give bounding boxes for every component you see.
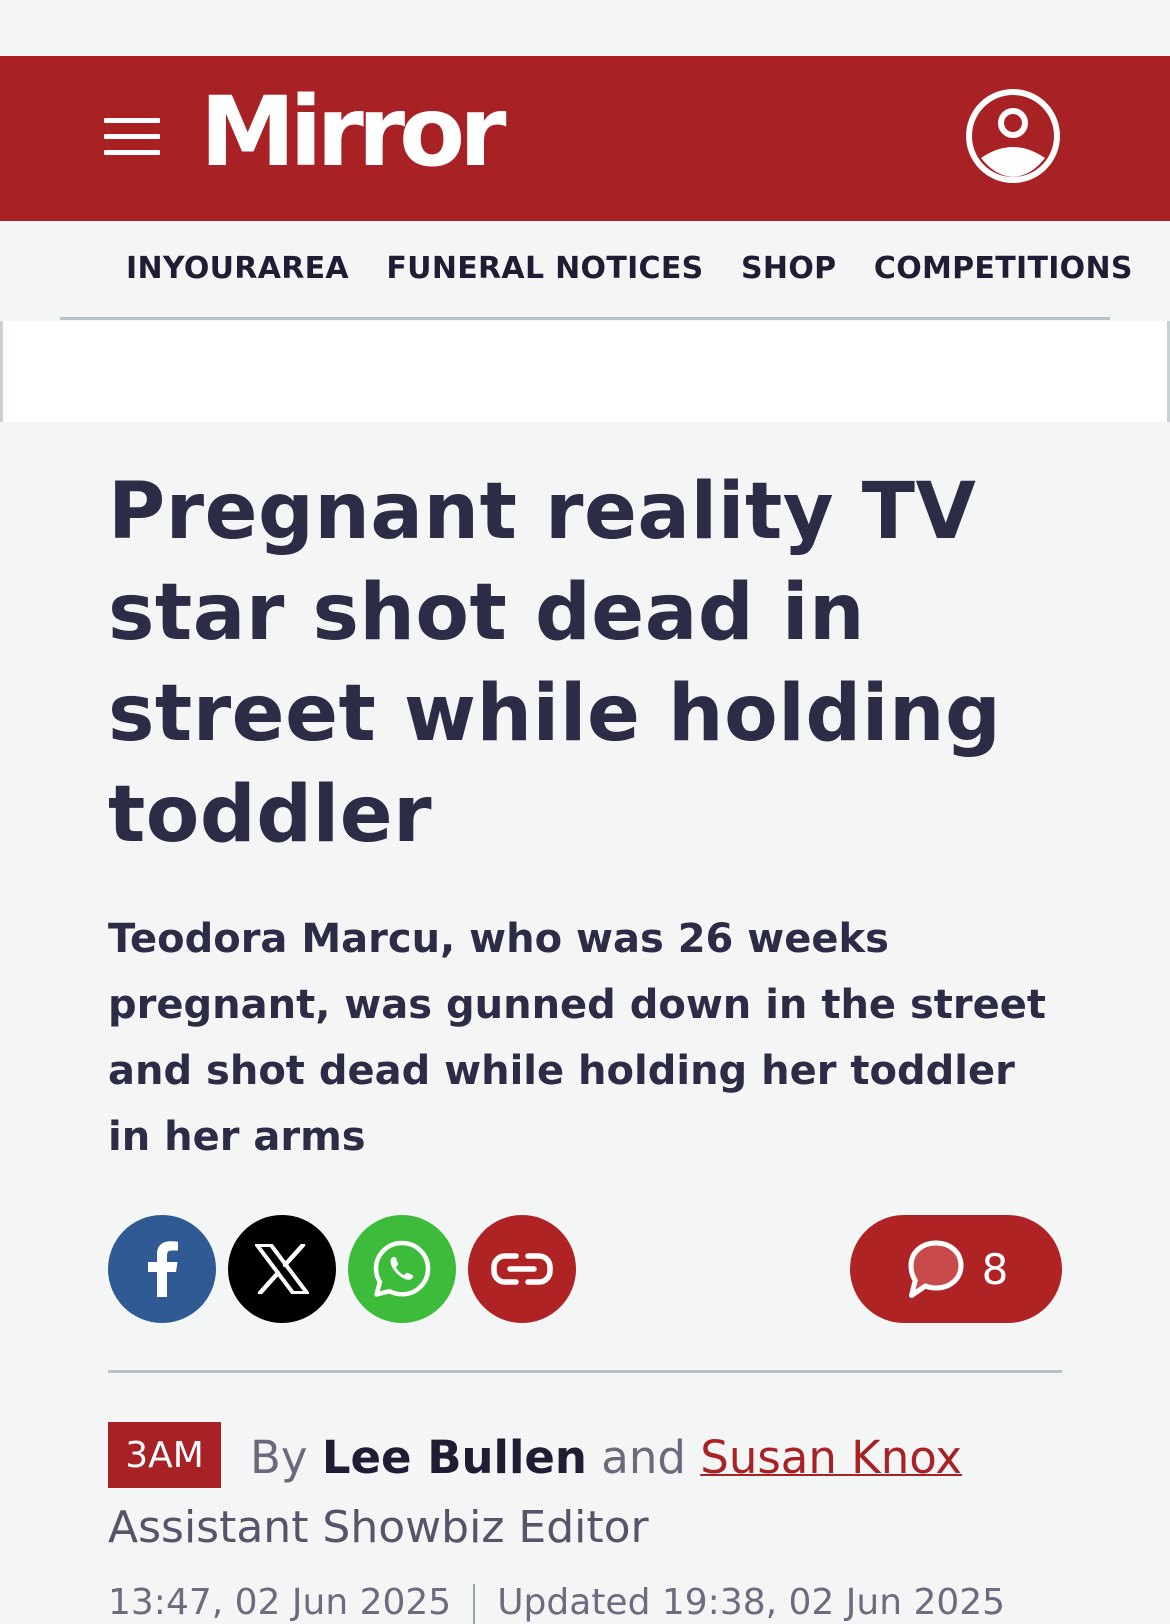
nav-item-competitions[interactable]: COMPETITIONS — [874, 251, 1133, 286]
section-badge[interactable]: 3AM — [108, 1422, 221, 1488]
share-x-button[interactable] — [228, 1215, 336, 1323]
comments-button[interactable]: 8 — [850, 1215, 1062, 1323]
site-header: Mirror — [0, 56, 1170, 221]
byline-divider — [108, 1370, 1062, 1373]
article-dates: 13:47, 02 Jun 2025 Updated 19:38, 02 Jun … — [108, 1582, 1005, 1624]
link-icon — [491, 1253, 553, 1285]
mirror-logo[interactable]: Mirror — [200, 84, 506, 180]
status-bar-area — [0, 0, 1170, 56]
user-account-icon[interactable] — [965, 88, 1061, 184]
byline-and: and — [601, 1431, 686, 1484]
author-name-1[interactable]: Lee Bullen — [322, 1431, 587, 1484]
comment-count: 8 — [981, 1244, 1009, 1294]
nav-item-inyourarea[interactable]: INYOURAREA — [126, 251, 349, 286]
nav-item-funeral-notices[interactable]: FUNERAL NOTICES — [386, 251, 703, 286]
share-whatsapp-button[interactable] — [348, 1215, 456, 1323]
article-headline: Pregnant reality TV star shot dead in st… — [108, 467, 1002, 860]
author-name-2-link[interactable]: Susan Knox — [700, 1431, 962, 1484]
nav-divider — [60, 317, 1110, 320]
ad-slot — [0, 321, 1170, 422]
x-icon — [255, 1244, 309, 1294]
date-separator — [473, 1584, 476, 1624]
nav-item-shop[interactable]: SHOP — [741, 251, 836, 286]
published-date: 13:47, 02 Jun 2025 — [108, 1582, 452, 1623]
section-nav: INYOURAREA FUNERAL NOTICES SHOP COMPETIT… — [0, 221, 1170, 321]
facebook-icon — [148, 1241, 178, 1297]
author-role: Assistant Showbiz Editor — [108, 1502, 649, 1553]
comment-bubble-icon — [908, 1240, 964, 1298]
copy-link-button[interactable] — [468, 1215, 576, 1323]
updated-date: Updated 19:38, 02 Jun 2025 — [497, 1582, 1006, 1623]
hamburger-menu-icon[interactable] — [104, 118, 160, 158]
whatsapp-icon — [373, 1240, 431, 1297]
byline-by: By — [250, 1431, 308, 1484]
article-standfirst: Teodora Marcu, who was 26 weeks pregnant… — [108, 916, 1047, 1160]
byline: By Lee Bullen and Susan Knox — [250, 1428, 962, 1488]
share-facebook-button[interactable] — [108, 1215, 216, 1323]
